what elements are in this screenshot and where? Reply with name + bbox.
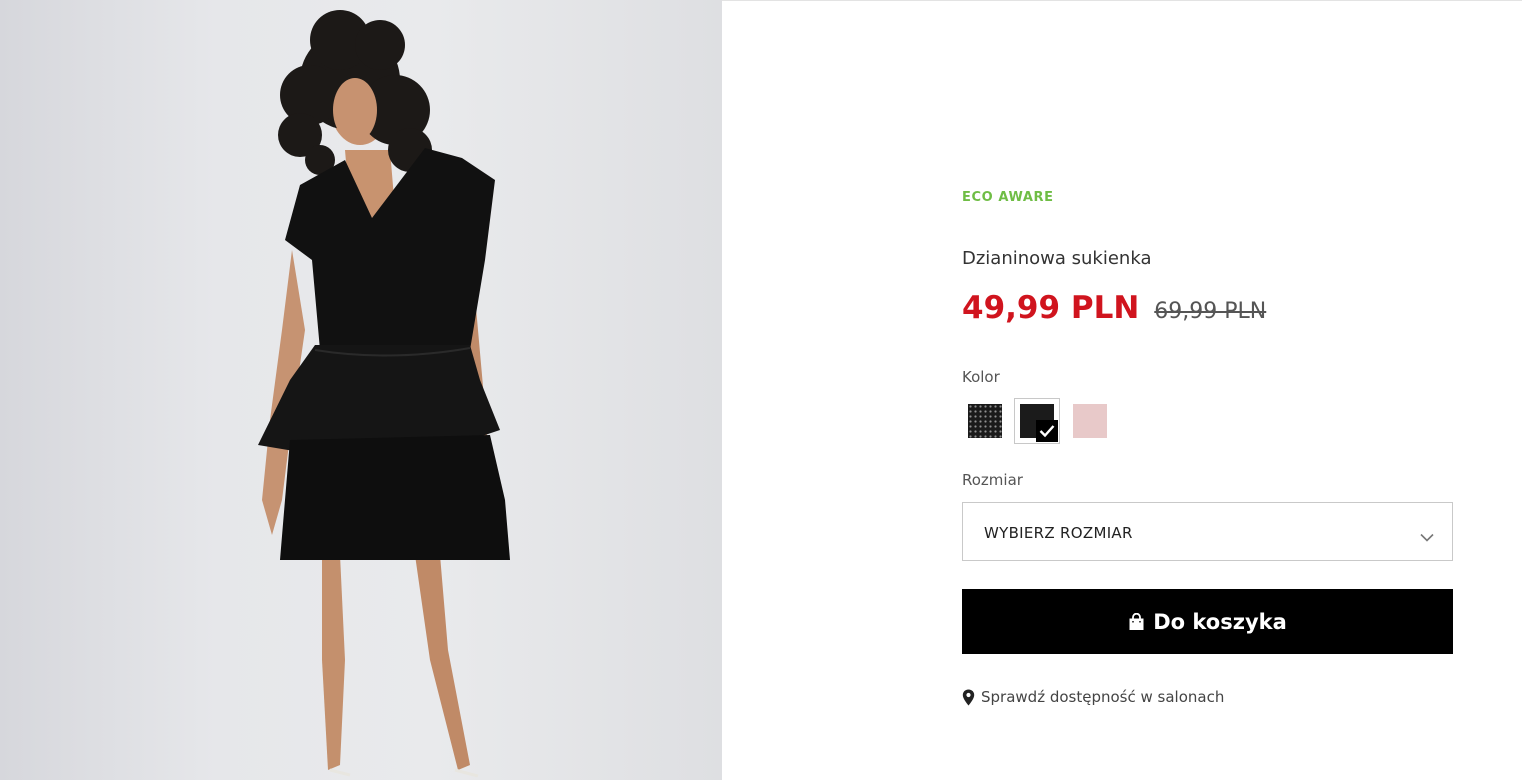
add-to-cart-button[interactable]: Do koszyka bbox=[962, 589, 1453, 654]
map-pin-icon bbox=[962, 689, 975, 706]
current-price: 49,99 PLN bbox=[962, 290, 1140, 326]
top-divider bbox=[722, 0, 1522, 1]
model-wearing-dress-image bbox=[258, 10, 510, 778]
eco-aware-badge: ECO AWARE bbox=[962, 190, 1054, 205]
product-name: Dzianinowa sukienka bbox=[962, 248, 1152, 269]
color-swatch-pink[interactable] bbox=[1073, 404, 1107, 438]
store-availability-label: Sprawdź dostępność w salonach bbox=[981, 688, 1225, 706]
chevron-down-icon bbox=[1420, 527, 1434, 546]
size-label: Rozmiar bbox=[962, 471, 1023, 489]
color-swatch-black-dotted[interactable] bbox=[968, 404, 1002, 438]
shopping-bag-icon bbox=[1128, 612, 1145, 631]
checkmark-icon bbox=[1036, 420, 1058, 442]
store-availability-link[interactable]: Sprawdź dostępność w salonach bbox=[962, 688, 1224, 706]
add-to-cart-label: Do koszyka bbox=[1153, 609, 1287, 634]
color-label: Kolor bbox=[962, 368, 1000, 386]
price-row: 49,99 PLN 69,99 PLN bbox=[962, 290, 1266, 326]
product-photo bbox=[0, 0, 722, 780]
size-select[interactable]: WYBIERZ ROZMIAR bbox=[962, 502, 1453, 561]
old-price: 69,99 PLN bbox=[1154, 299, 1267, 324]
color-swatch-black-selected[interactable] bbox=[1014, 398, 1060, 444]
size-select-value: WYBIERZ ROZMIAR bbox=[984, 524, 1133, 542]
